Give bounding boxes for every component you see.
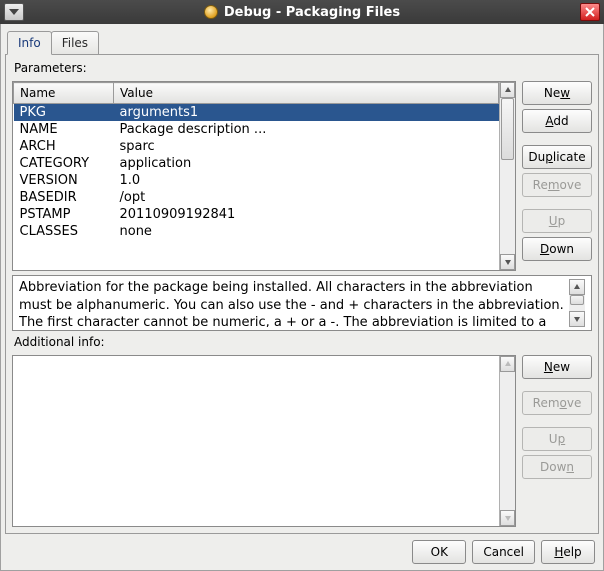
tab-pane-info: Parameters: Name Value PK bbox=[5, 54, 599, 534]
parameters-add-button[interactable]: Add bbox=[522, 109, 592, 133]
parameters-duplicate-button[interactable]: Duplicate bbox=[522, 145, 592, 169]
param-name-cell: CLASSES bbox=[14, 223, 114, 240]
param-value-cell: 20110909192841 bbox=[114, 206, 499, 223]
table-row[interactable]: BASEDIR/opt bbox=[14, 189, 499, 206]
param-name-cell: VERSION bbox=[14, 172, 114, 189]
column-header-value[interactable]: Value bbox=[114, 83, 499, 104]
param-value-cell: /opt bbox=[114, 189, 499, 206]
additional-info-label: Additional info: bbox=[14, 335, 592, 349]
tab-files[interactable]: Files bbox=[51, 31, 99, 55]
column-header-name[interactable]: Name bbox=[14, 83, 114, 104]
additional-scrollbar[interactable] bbox=[499, 356, 515, 526]
param-name-cell: PKG bbox=[14, 104, 114, 122]
param-name-cell: CATEGORY bbox=[14, 155, 114, 172]
tab-bar: Info Files bbox=[7, 28, 599, 54]
table-row[interactable]: NAMEPackage description ... bbox=[14, 121, 499, 138]
cancel-button[interactable]: Cancel bbox=[472, 540, 535, 564]
description-text: Abbreviation for the package being insta… bbox=[19, 279, 569, 327]
scroll-up-icon[interactable] bbox=[500, 82, 515, 98]
additional-new-button[interactable]: New bbox=[522, 355, 592, 379]
scroll-thumb[interactable] bbox=[501, 98, 514, 160]
param-value-cell: arguments1 bbox=[114, 104, 499, 122]
param-name-cell: PSTAMP bbox=[14, 206, 114, 223]
parameters-label: Parameters: bbox=[14, 61, 592, 75]
param-value-cell: sparc bbox=[114, 138, 499, 155]
param-name-cell: NAME bbox=[14, 121, 114, 138]
table-row[interactable]: CLASSESnone bbox=[14, 223, 499, 240]
table-row[interactable]: ARCHsparc bbox=[14, 138, 499, 155]
table-row[interactable]: PKGarguments1 bbox=[14, 104, 499, 122]
param-name-cell: ARCH bbox=[14, 138, 114, 155]
app-icon bbox=[204, 5, 218, 19]
tab-info[interactable]: Info bbox=[7, 31, 52, 55]
param-value-cell: none bbox=[114, 223, 499, 240]
param-name-cell: BASEDIR bbox=[14, 189, 114, 206]
close-button[interactable] bbox=[580, 3, 600, 21]
window-menu-button[interactable] bbox=[4, 3, 24, 21]
window-title: Debug - Packaging Files bbox=[224, 5, 400, 20]
additional-info-list[interactable] bbox=[12, 355, 516, 527]
table-row[interactable]: CATEGORYapplication bbox=[14, 155, 499, 172]
additional-up-button: Up bbox=[522, 427, 592, 451]
param-value-cell: Package description ... bbox=[114, 121, 499, 138]
scroll-down-icon[interactable] bbox=[500, 254, 515, 270]
additional-remove-button: Remove bbox=[522, 391, 592, 415]
ok-button[interactable]: OK bbox=[412, 540, 466, 564]
parameters-table[interactable]: Name Value PKGarguments1NAMEPackage desc… bbox=[13, 82, 499, 240]
param-value-cell: application bbox=[114, 155, 499, 172]
dialog-button-bar: OK Cancel Help bbox=[5, 534, 599, 566]
parameters-new-button[interactable]: New bbox=[522, 81, 592, 105]
param-value-cell: 1.0 bbox=[114, 172, 499, 189]
additional-down-button: Down bbox=[522, 455, 592, 479]
table-row[interactable]: VERSION1.0 bbox=[14, 172, 499, 189]
title-bar: Debug - Packaging Files bbox=[0, 0, 604, 24]
parameters-down-button[interactable]: Down bbox=[522, 237, 592, 261]
parameters-scrollbar[interactable] bbox=[499, 82, 515, 270]
help-button[interactable]: Help bbox=[541, 540, 595, 564]
description-scrollbar[interactable] bbox=[569, 279, 585, 327]
parameters-up-button: Up bbox=[522, 209, 592, 233]
parameters-remove-button: Remove bbox=[522, 173, 592, 197]
parameters-table-container: Name Value PKGarguments1NAMEPackage desc… bbox=[12, 81, 516, 271]
table-row[interactable]: PSTAMP20110909192841 bbox=[14, 206, 499, 223]
description-box: Abbreviation for the package being insta… bbox=[12, 275, 592, 331]
